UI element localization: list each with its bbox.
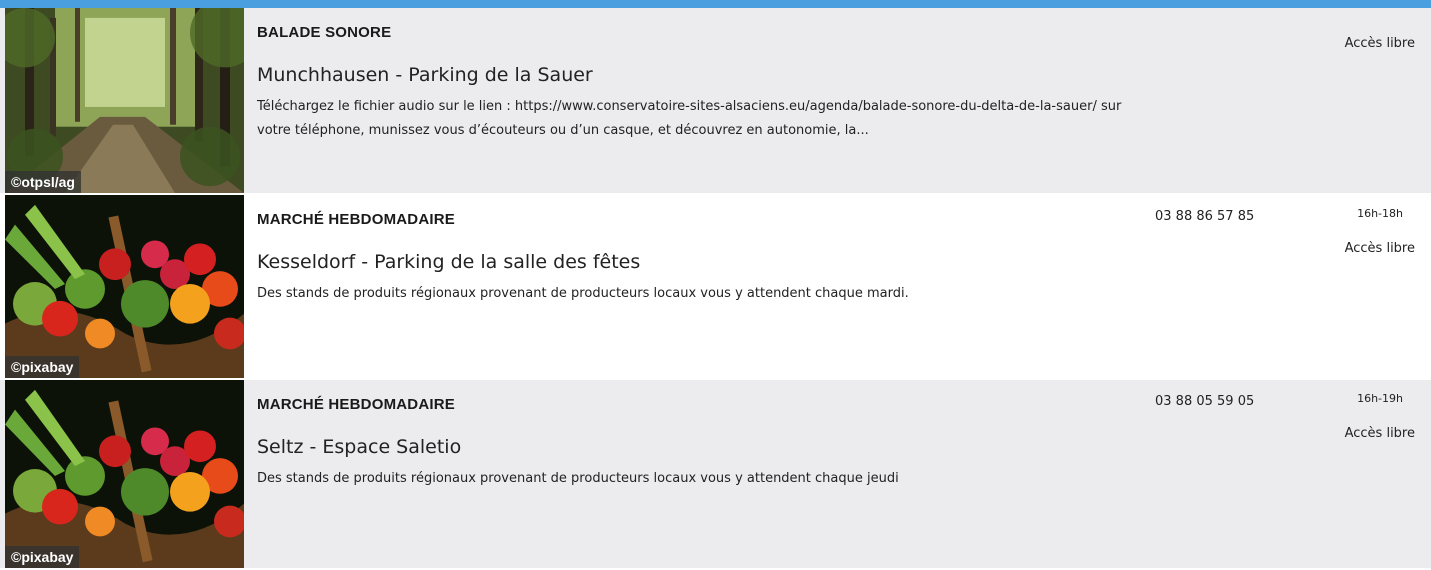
event-place[interactable]: Kesseldorf - Parking de la salle des fêt… <box>257 251 640 273</box>
event-category: BALADE SONORE <box>257 24 392 41</box>
event-place[interactable]: Seltz - Espace Saletio <box>257 436 461 458</box>
event-hours: 16h-19h <box>1357 392 1403 405</box>
access-label: Accès libre <box>1344 241 1415 256</box>
event-hours: 16h-18h <box>1357 207 1403 220</box>
event-place[interactable]: Munchhausen - Parking de la Sauer <box>257 64 593 86</box>
access-label: Accès libre <box>1344 426 1415 441</box>
image-credit: ©pixabay <box>5 546 80 568</box>
event-phone[interactable]: 03 88 86 57 85 <box>1155 209 1254 224</box>
image-credit: ©otpsl/ag <box>5 171 81 193</box>
access-label: Accès libre <box>1344 36 1415 51</box>
forest-path-photo[interactable]: ©otpsl/ag <box>5 8 244 193</box>
event-category: MARCHÉ HEBDOMADAIRE <box>257 396 455 413</box>
event-category: MARCHÉ HEBDOMADAIRE <box>257 211 455 228</box>
event-description: Des stands de produits régionaux provena… <box>257 471 899 486</box>
event-list-item[interactable]: ©otpsl/ag BALADE SONORE Munchhausen - Pa… <box>0 8 1431 195</box>
event-list-item[interactable]: ©pixabay MARCHÉ HEBDOMADAIRE Seltz - Esp… <box>0 380 1431 570</box>
top-accent-bar <box>0 0 1431 8</box>
vegetable-basket-photo[interactable]: ©pixabay <box>5 380 244 568</box>
event-description: Téléchargez le fichier audio sur le lien… <box>257 99 1122 138</box>
vegetable-basket-photo[interactable]: ©pixabay <box>5 195 244 378</box>
event-phone[interactable]: 03 88 05 59 05 <box>1155 394 1254 409</box>
image-credit: ©pixabay <box>5 356 80 378</box>
event-list-item[interactable]: ©pixabay MARCHÉ HEBDOMADAIRE Kesseldorf … <box>0 195 1431 380</box>
event-description: Des stands de produits régionaux provena… <box>257 286 909 301</box>
